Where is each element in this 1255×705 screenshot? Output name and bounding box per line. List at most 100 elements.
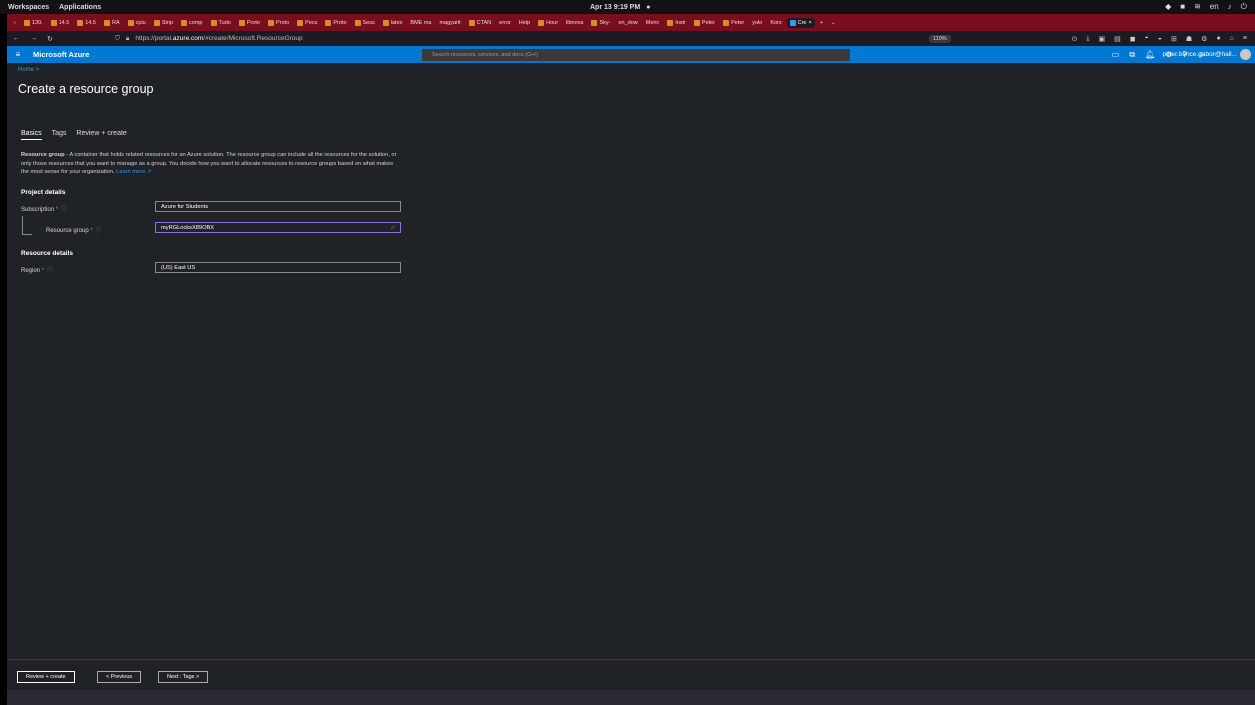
browser-tab[interactable]: Meric [643, 18, 662, 28]
zoom-level[interactable]: 110% [929, 34, 951, 43]
browser-tab[interactable]: Proto [322, 18, 349, 28]
power-icon[interactable]: ⏻ [1241, 2, 1247, 12]
main-content: Home > Create a resource group Basics Ta… [7, 63, 1255, 690]
description-term: Resource group [21, 152, 65, 158]
user-account[interactable]: peter.bence.gabor@hall... [1162, 51, 1237, 58]
project-details-heading: Project details [21, 189, 66, 196]
tab-review-create[interactable]: Review + create [76, 130, 126, 140]
pocket-icon[interactable]: ⊙ [1071, 35, 1077, 43]
breadcrumb: Home > [18, 67, 39, 73]
browser-tab[interactable]: 14.5 [48, 18, 73, 28]
subscription-dropdown[interactable]: Azure for Students [155, 201, 401, 212]
azure-header: ≡ Microsoft Azure Search resources, serv… [7, 46, 1255, 63]
extension-icon[interactable]: ⊞ [1171, 35, 1177, 43]
extension-icon[interactable]: ▤ [1114, 35, 1121, 43]
page-title: Create a resource group [18, 82, 154, 96]
browser-tab[interactable]: Peter [691, 18, 718, 28]
workspaces-menu[interactable]: Workspaces [8, 4, 49, 11]
extension-icon[interactable]: ◓ [1145, 35, 1149, 43]
browser-tab[interactable]: 14.5 [74, 18, 99, 28]
browser-tab[interactable]: Peter [720, 18, 747, 28]
browser-tab[interactable]: error [496, 18, 514, 28]
browser-tab[interactable]: yolo [749, 18, 765, 28]
browser-tab[interactable]: libnova [563, 18, 586, 28]
navigation-bar: ← → ↻ ⛉ 🔒︎ https://portal.azure.com/#cre… [7, 31, 1255, 46]
breadcrumb-home[interactable]: Home [18, 67, 34, 73]
browser-tab[interactable]: en_dow [615, 18, 640, 28]
new-tab-icon[interactable]: + [817, 18, 826, 28]
browser-tab-active[interactable]: Cre × [786, 17, 815, 28]
clock[interactable]: Apr 13 9:19 PM [590, 4, 640, 11]
cloud-shell-icon[interactable]: ▭ [1112, 50, 1120, 60]
wifi-icon[interactable]: ≋ [1194, 2, 1201, 12]
region-dropdown[interactable]: (US) East US [155, 262, 401, 273]
language-indicator[interactable]: en [1210, 2, 1219, 12]
resource-group-label: Resource group * ⓘ [46, 228, 102, 234]
extension-icon[interactable]: ◒ [1158, 35, 1162, 43]
browser-tab[interactable]: cpiu [125, 18, 149, 28]
external-link-icon: ↗ [145, 169, 152, 175]
browser-tab[interactable]: magyarit [437, 18, 464, 28]
volume-icon[interactable]: ♪ [1228, 2, 1232, 12]
forward-icon[interactable]: → [30, 35, 37, 43]
extension-icon[interactable]: ▣ [1098, 35, 1105, 43]
info-icon[interactable]: ⓘ [61, 207, 67, 213]
browser-tab[interactable]: Proto [265, 18, 292, 28]
system-bar: Workspaces Applications Apr 13 9:19 PM ●… [0, 0, 1255, 14]
info-icon[interactable]: ⓘ [47, 268, 53, 274]
next-tags-button[interactable]: Next : Tags > [158, 671, 209, 683]
extension-icon[interactable]: ◼ [1130, 35, 1136, 43]
browser-tab[interactable]: Hour [535, 18, 561, 28]
browser-tab[interactable]: BME ma [407, 18, 434, 28]
back-tabs-icon[interactable]: ‹ [11, 18, 19, 28]
browser-tab[interactable]: CTAN [466, 18, 495, 28]
info-icon[interactable]: ⓘ [96, 228, 102, 234]
extension-icon[interactable]: ☗ [1186, 35, 1192, 43]
network-icon[interactable]: ◆ [1165, 2, 1171, 12]
browser-tab[interactable]: RA [101, 18, 123, 28]
tree-connector [22, 216, 32, 235]
browser-tab[interactable]: Kors [767, 18, 784, 28]
browser-tab[interactable]: Proto [236, 18, 263, 28]
avatar[interactable] [1240, 49, 1251, 60]
learn-more-link[interactable]: Learn more [116, 169, 145, 175]
browser-tab[interactable]: Pecs [294, 18, 320, 28]
tab-bar: ‹ 130. 14.5 14.5 RA cpiu Strip comp Tudo… [7, 14, 1255, 31]
browser-tab[interactable]: Sky- [588, 18, 613, 28]
notifications-icon[interactable]: 🔔︎ [1145, 50, 1155, 60]
back-icon[interactable]: ← [13, 35, 20, 43]
browser-tab[interactable]: latex [380, 18, 406, 28]
breadcrumb-separator: > [35, 67, 40, 73]
lock-icon[interactable]: 🔒︎ [126, 35, 129, 43]
browser-tab[interactable]: Help [516, 18, 533, 28]
reload-icon[interactable]: ↻ [47, 35, 53, 43]
resource-group-input[interactable]: myRGLocksX89OBX ✓ [155, 222, 401, 233]
menu-icon[interactable]: ≡ [1243, 35, 1247, 43]
account-icon[interactable]: ⌂ [1230, 35, 1234, 43]
browser-tab[interactable]: 130. [21, 18, 46, 28]
resource-details-heading: Resource details [21, 250, 74, 257]
tab-list-icon[interactable]: ⌄ [828, 18, 839, 28]
url-bar[interactable]: ⛉ 🔒︎ https://portal.azure.com/#create/Mi… [115, 33, 985, 45]
shield-icon[interactable]: ⛉ [115, 35, 120, 43]
display-icon[interactable]: ■ [1180, 2, 1185, 12]
wizard-tabs: Basics Tags Review + create [21, 130, 127, 140]
tab-basics[interactable]: Basics [21, 130, 42, 140]
browser-tab[interactable]: Instr [664, 18, 689, 28]
tab-tags[interactable]: Tags [52, 130, 67, 140]
browser-tab[interactable]: Sess [352, 18, 378, 28]
applications-menu[interactable]: Applications [59, 4, 101, 11]
browser-tab[interactable]: Strip [151, 18, 176, 28]
browser-window: ‹ 130. 14.5 14.5 RA cpiu Strip comp Tudo… [7, 14, 1255, 705]
download-icon[interactable]: ⤓ [1086, 35, 1089, 43]
browser-tab[interactable]: Tudo [208, 18, 234, 28]
extension-icon[interactable]: ⚙ [1201, 35, 1207, 43]
review-create-button[interactable]: Review + create [17, 671, 75, 683]
global-search-input[interactable]: Search resources, services, and docs (G+… [422, 49, 850, 61]
browser-tab[interactable]: comp [178, 18, 205, 28]
portal-menu-icon[interactable]: ≡ [7, 50, 29, 59]
azure-brand[interactable]: Microsoft Azure [33, 50, 89, 59]
extension-icon[interactable]: ● [1216, 35, 1220, 43]
directory-filter-icon[interactable]: ⧉ [1129, 50, 1135, 60]
previous-button[interactable]: < Previous [97, 671, 142, 683]
